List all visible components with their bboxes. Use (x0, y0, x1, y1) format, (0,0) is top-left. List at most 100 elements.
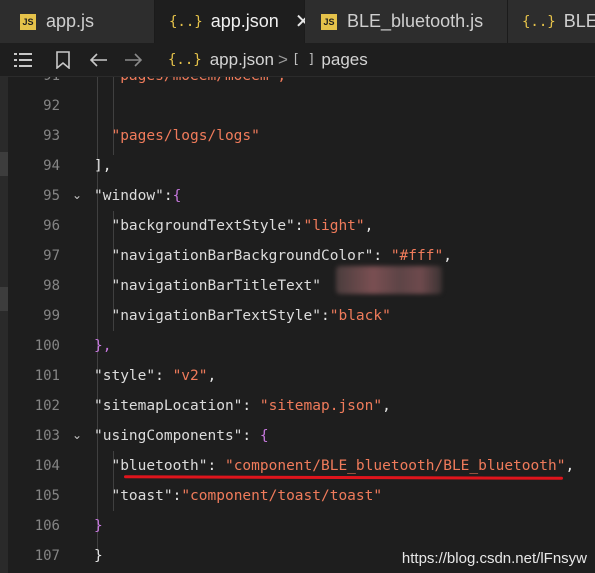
breadcrumb-separator: > (278, 49, 288, 69)
code-token: : (242, 398, 260, 414)
code-editor[interactable]: 91 "pages/moeem/moeem", 92 93 "pages/logs/… (0, 77, 595, 573)
tab-label: app.json (210, 11, 279, 31)
code-line[interactable]: 93 "pages/logs/logs" (0, 121, 595, 151)
js-file-icon: JS (20, 13, 36, 30)
tab-app-json[interactable]: {..} app.json ✕ (155, 0, 312, 43)
code-text: "backgroundTextStyle":"light", (94, 211, 373, 241)
back-arrow-icon[interactable] (88, 49, 110, 71)
tab-ble-bluetooth-js[interactable]: JS BLE_bluetooth.js (305, 0, 508, 43)
line-number: 107 (34, 548, 60, 564)
line-number: 95 (43, 188, 60, 204)
line-number: 96 (43, 218, 60, 234)
code-token: : (155, 368, 173, 384)
code-line[interactable]: 103 ⌄ "usingComponents": { (0, 421, 595, 451)
code-text: "usingComponents": { (94, 421, 269, 451)
code-token: : (320, 308, 330, 324)
code-line[interactable]: 102 "sitemapLocation": "sitemap.json", (0, 391, 595, 421)
code-line[interactable]: 99 "navigationBarTextStyle":"black" (0, 301, 595, 331)
code-line[interactable]: 92 (0, 91, 595, 121)
code-text: }, (94, 331, 111, 361)
code-token: }, (94, 338, 112, 354)
code-line[interactable]: 98 "navigationBarTitleText" (0, 271, 595, 301)
code-token: "black" (329, 308, 391, 324)
code-text: "navigationBarTextStyle":"black" (94, 301, 391, 331)
array-icon: [ ] (291, 52, 316, 67)
json-file-icon: {..} (169, 13, 203, 30)
code-token: : (172, 488, 182, 504)
code-token: "window" (94, 188, 164, 204)
json-file-icon: {..} (522, 13, 556, 30)
tab-label: BLE_bluetooth.js (347, 11, 484, 31)
code-token: { (259, 428, 269, 444)
line-number: 101 (34, 368, 60, 384)
code-text: } (94, 511, 103, 541)
line-number: 103 (34, 428, 60, 444)
bookmark-icon[interactable] (52, 49, 74, 71)
line-number: 94 (43, 158, 60, 174)
line-number: 106 (34, 518, 60, 534)
js-file-icon: JS (321, 13, 337, 30)
code-line[interactable]: 100}, (0, 331, 595, 361)
line-number: 93 (43, 128, 60, 144)
line-number: 98 (43, 278, 60, 294)
breadcrumb-file[interactable]: app.json (210, 50, 274, 70)
watermark: https://blog.csdn.net/lFnsyw (401, 550, 587, 567)
code-token: "sitemap.json" (259, 398, 383, 414)
json-file-icon: {..} (168, 51, 202, 68)
line-number: 97 (43, 248, 60, 264)
code-token: : (242, 428, 260, 444)
code-text: "sitemapLocation": "sitemap.json", (94, 391, 391, 421)
code-line[interactable]: 105 "toast":"component/toast/toast" (0, 481, 595, 511)
line-number: 91 (0, 77, 60, 91)
line-number: 102 (34, 398, 60, 414)
code-token: , (207, 368, 217, 384)
code-text: "style": "v2", (94, 361, 216, 391)
code-text: "pages/moeem/moeem", (94, 77, 286, 91)
code-token: "v2" (172, 368, 208, 384)
code-text: } (94, 541, 103, 571)
code-token: } (94, 548, 103, 564)
line-number: 92 (43, 98, 60, 114)
breadcrumb: {..} app.json > [ ] pages (168, 50, 368, 70)
code-token: { (172, 188, 182, 204)
tab-bar: JS app.js {..} app.json ✕ JS BLE_bluetoo… (0, 0, 595, 43)
code-token: : (163, 188, 173, 204)
code-token: "navigationBarBackgroundColor" (94, 248, 374, 264)
code-token: ], (94, 158, 112, 174)
code-line[interactable]: 94], (0, 151, 595, 181)
tab-label: app.js (46, 11, 95, 31)
code-token: "style" (94, 368, 156, 384)
code-token: "component/toast/toast" (181, 488, 383, 504)
code-token: , (565, 458, 575, 474)
forward-arrow-icon[interactable] (122, 49, 144, 71)
code-line[interactable]: 96 "backgroundTextStyle":"light", (0, 211, 595, 241)
code-token: "backgroundTextStyle" (94, 218, 295, 234)
code-token: "bluetooth" (94, 458, 208, 474)
breadcrumb-node[interactable]: pages (321, 50, 367, 70)
fold-chevron-icon[interactable]: ⌄ (72, 189, 82, 201)
code-line[interactable]: 101 "style": "v2", (0, 361, 595, 391)
tab-ble-b[interactable]: {..} BLE_b (508, 0, 595, 43)
code-line[interactable]: 91 "pages/moeem/moeem", (0, 77, 595, 91)
line-number: 105 (34, 488, 60, 504)
line-number: 100 (34, 338, 60, 354)
code-line[interactable]: 106} (0, 511, 595, 541)
code-line[interactable]: 97 "navigationBarBackgroundColor": "#fff… (0, 241, 595, 271)
code-text: "toast":"component/toast/toast" (94, 481, 382, 511)
code-token: , (382, 398, 391, 414)
code-text: "navigationBarTitleText" (94, 271, 321, 301)
code-line[interactable]: 95 ⌄ "window":{ (0, 181, 595, 211)
code-token: "usingComponents" (94, 428, 243, 444)
tab-label: BLE_b (563, 11, 595, 31)
line-number: 104 (34, 458, 60, 474)
list-icon[interactable] (12, 49, 34, 71)
tab-app-js[interactable]: JS app.js (0, 0, 155, 43)
code-token: "pages/logs/logs" (94, 128, 260, 144)
breadcrumb-toolbar: {..} app.json > [ ] pages (0, 43, 595, 77)
code-text: ], (94, 151, 111, 181)
code-token: : (373, 248, 391, 264)
redacted-value (336, 266, 442, 294)
code-token: "component/BLE_bluetooth/BLE_bluetooth" (224, 458, 566, 474)
code-token: "light" (303, 218, 365, 234)
fold-chevron-icon[interactable]: ⌄ (72, 429, 82, 441)
